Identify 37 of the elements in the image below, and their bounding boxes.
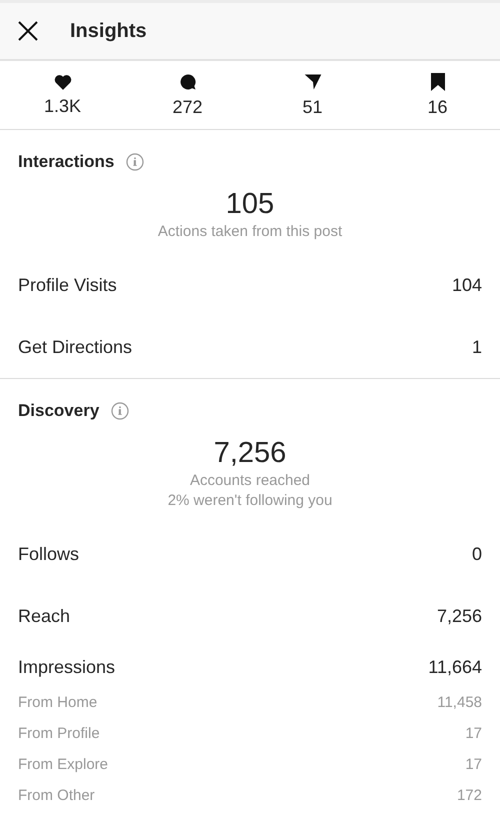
metric-value: 104	[452, 274, 482, 296]
close-button[interactable]	[16, 19, 40, 43]
metric-value: 7,256	[436, 606, 482, 626]
metric-label: From Profile	[18, 725, 100, 742]
metric-value: 11,664	[428, 656, 482, 678]
metric-label: Get Directions	[18, 336, 132, 358]
info-icon[interactable]	[126, 153, 144, 171]
section-title: Interactions	[18, 152, 114, 172]
metric-label: From Home	[18, 694, 98, 711]
stat-count: 272	[172, 96, 203, 118]
metric-value: 17	[465, 756, 482, 773]
metric-value: 0	[472, 544, 482, 564]
metric-label: From Explore	[18, 756, 108, 773]
metric-value: 17	[465, 725, 482, 742]
metric-value: 1	[472, 336, 482, 358]
total-caption: Actions taken from this post	[158, 222, 342, 242]
section-title: Discovery	[18, 401, 100, 421]
bookmark-icon	[430, 72, 444, 90]
info-icon[interactable]	[111, 402, 130, 420]
total-caption: Accounts reached	[190, 471, 310, 491]
heart-icon	[54, 74, 72, 90]
metric-label: From Other	[18, 787, 95, 804]
speech-bubble-icon	[178, 72, 196, 90]
metric-label: Reach	[18, 606, 70, 626]
paper-plane-icon	[304, 72, 322, 90]
metric-value: 172	[456, 787, 482, 804]
total-count: 105	[224, 187, 276, 222]
stat-count: 16	[427, 96, 448, 118]
metric-value: 11,458	[437, 694, 482, 711]
metric-label: Follows	[18, 544, 80, 564]
screen-title: Insights	[70, 20, 147, 42]
stat-count: 51	[302, 96, 323, 118]
stat-count: 1.3K	[44, 96, 82, 116]
metric-label: Impressions	[18, 656, 116, 678]
metric-label: Profile Visits	[18, 274, 117, 296]
total-caption: 2% weren't following you	[168, 491, 332, 511]
total-count: 7,256	[212, 436, 288, 471]
